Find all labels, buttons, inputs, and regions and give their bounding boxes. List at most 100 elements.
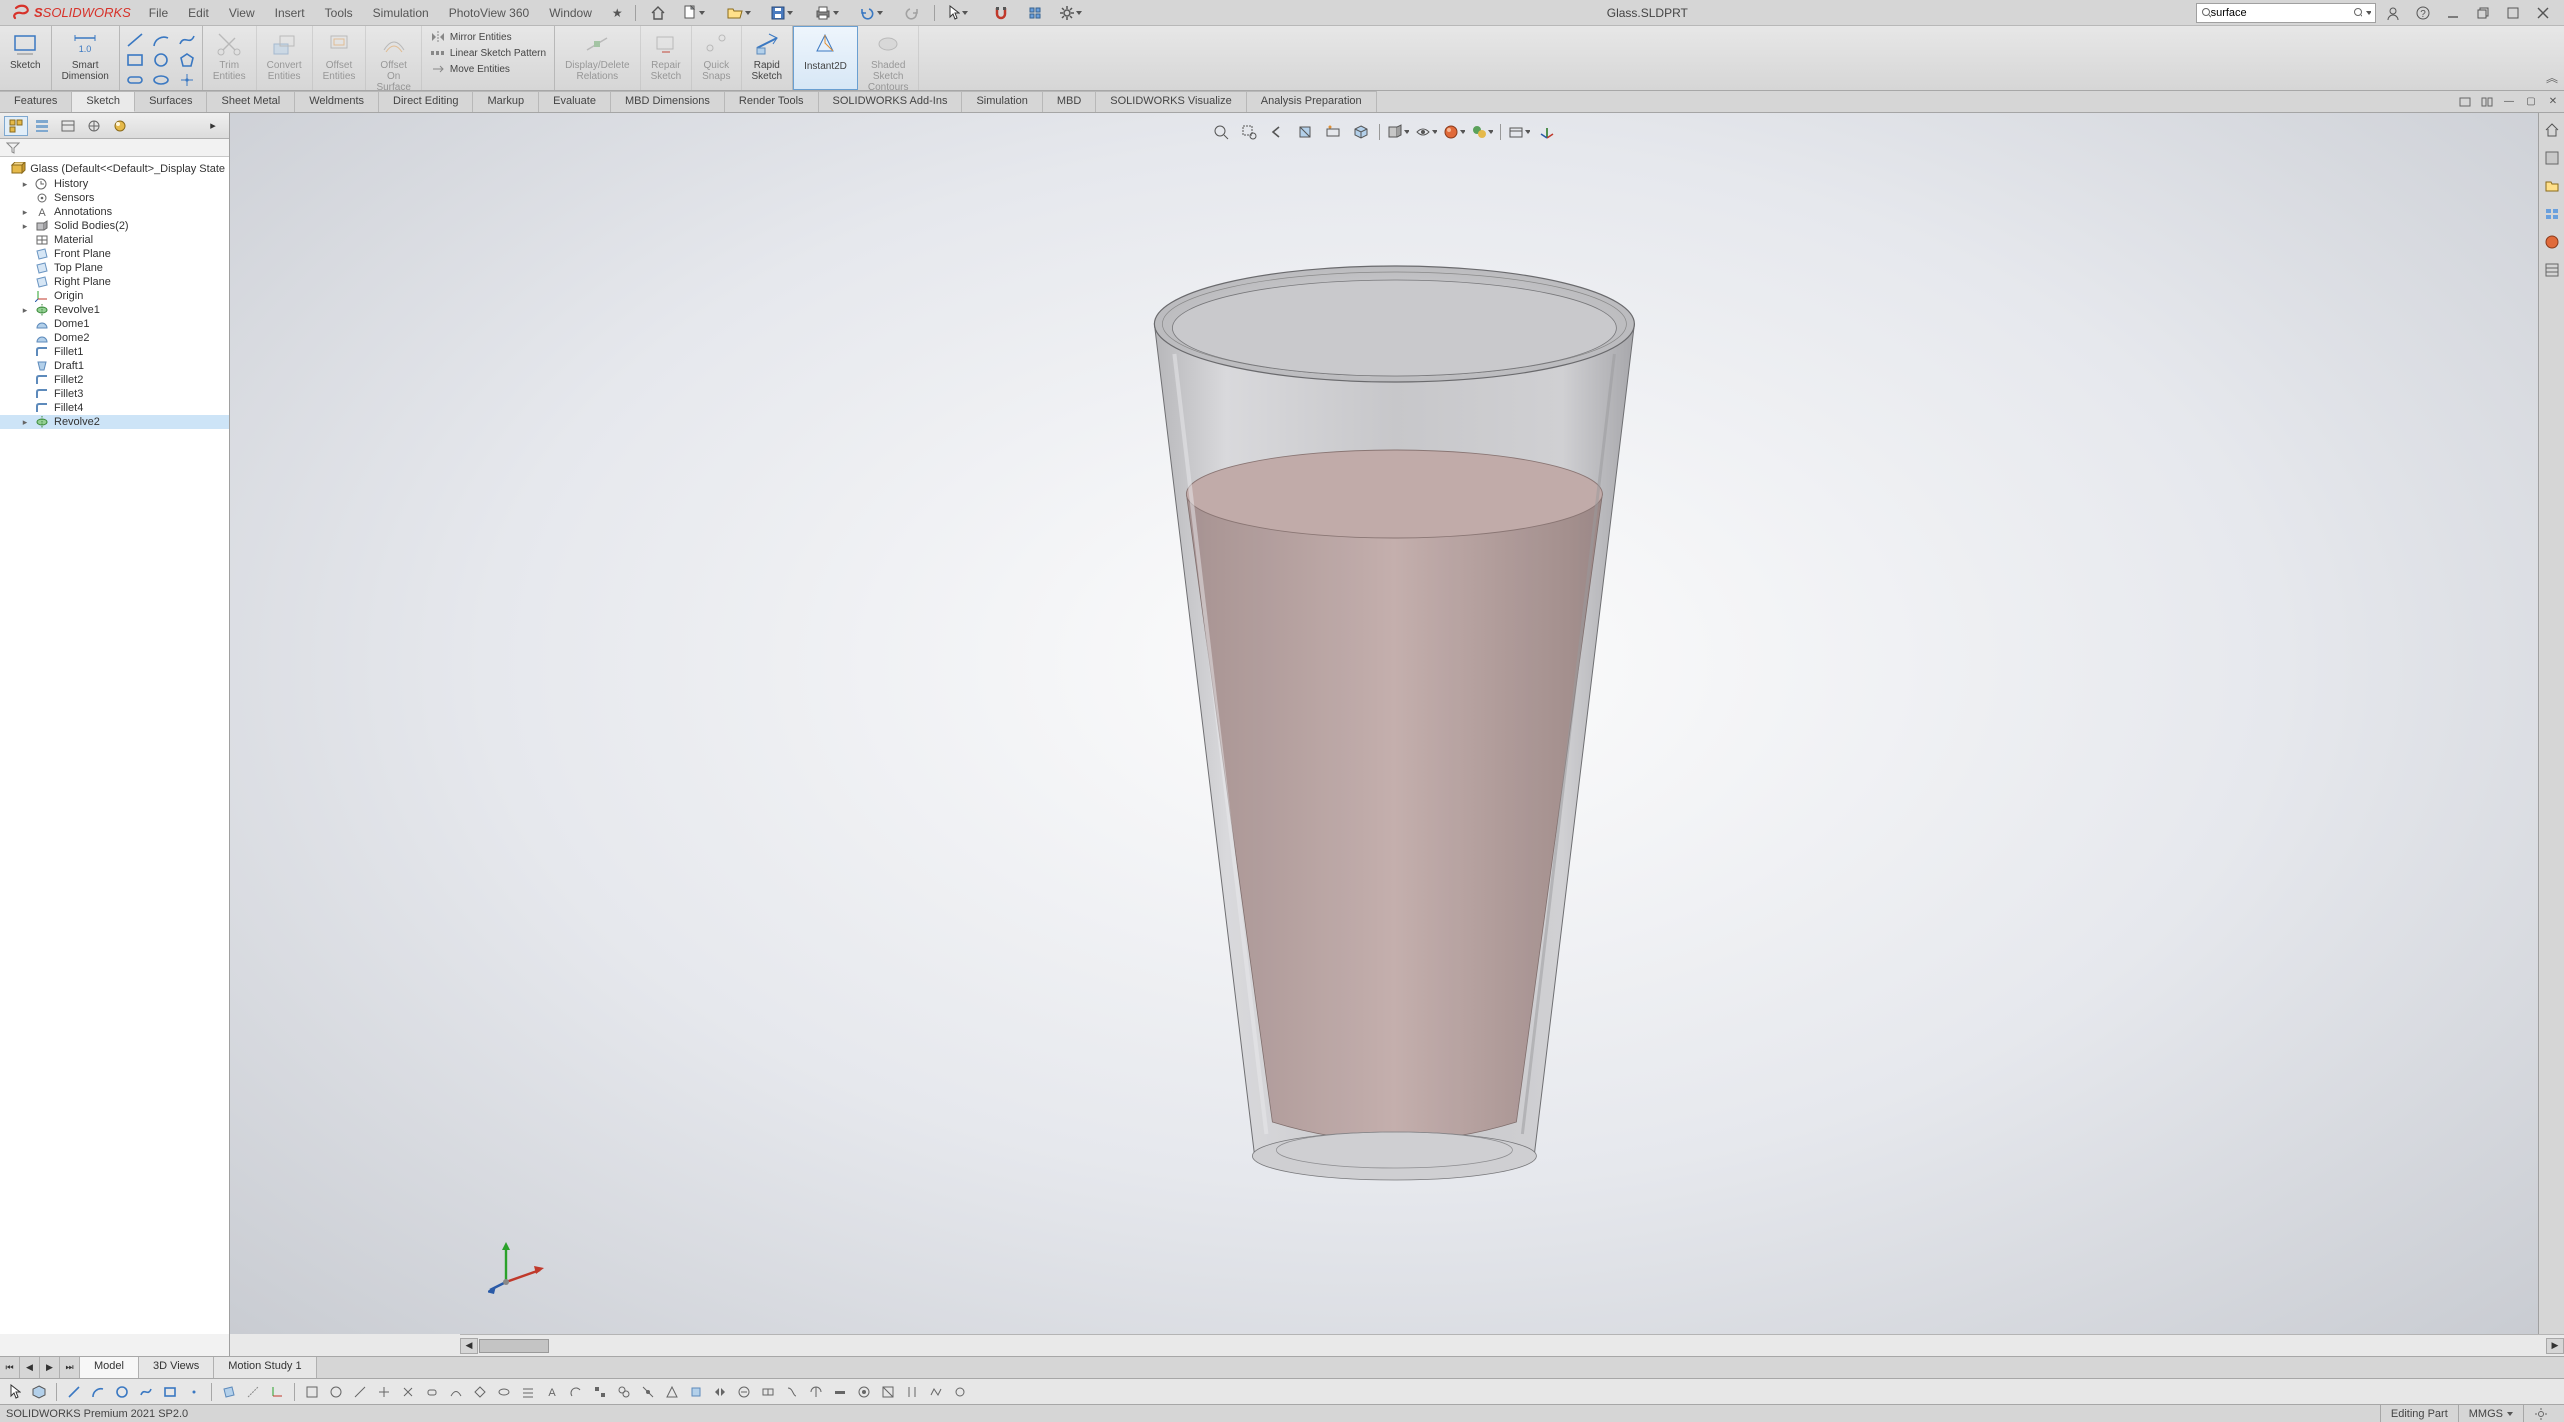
taskpane-design-library[interactable] xyxy=(2541,147,2563,169)
expand-icon[interactable]: ▸ xyxy=(20,221,30,232)
menu-view[interactable]: View xyxy=(219,6,265,20)
save-button[interactable] xyxy=(766,2,804,24)
login-button[interactable] xyxy=(2380,2,2406,24)
expand-icon[interactable]: ▸ xyxy=(20,179,30,190)
tool-7[interactable] xyxy=(445,1381,467,1403)
move-entities-command[interactable]: Move Entities xyxy=(430,62,546,76)
tree-item-sensors[interactable]: Sensors xyxy=(0,191,229,205)
tool-15[interactable] xyxy=(637,1381,659,1403)
tree-item-history[interactable]: ▸History xyxy=(0,177,229,191)
shaded-contours-command[interactable]: Shaded Sketch Contours xyxy=(858,26,920,90)
mirror-entities-command[interactable]: Mirror Entities xyxy=(430,30,546,44)
cm-tab-mbd[interactable]: MBD xyxy=(1043,91,1096,112)
menu-insert[interactable]: Insert xyxy=(265,6,315,20)
instant2d-command[interactable]: Instant2D xyxy=(793,26,858,90)
graphics-view[interactable] xyxy=(230,113,2538,1334)
circle-icon[interactable] xyxy=(152,52,170,68)
arc-icon[interactable] xyxy=(152,32,170,48)
tool-16[interactable] xyxy=(661,1381,683,1403)
zoom-fit-button[interactable] xyxy=(1209,121,1233,143)
view-settings-button[interactable] xyxy=(1507,121,1531,143)
sketch-command[interactable]: Sketch xyxy=(0,26,52,90)
tool-11[interactable]: A xyxy=(541,1381,563,1403)
new-doc-button[interactable] xyxy=(678,2,716,24)
tool-19[interactable] xyxy=(733,1381,755,1403)
bottom-tab-scroll-left[interactable]: ◀ xyxy=(20,1357,40,1378)
bottom-tab-scroll-end[interactable]: ⏭ xyxy=(60,1357,80,1378)
home-button[interactable] xyxy=(644,2,672,24)
tree-item-fillet3[interactable]: Fillet3 xyxy=(0,387,229,401)
coord-tool[interactable] xyxy=(266,1381,288,1403)
expand-icon[interactable]: ▸ xyxy=(20,417,30,428)
tree-item-origin[interactable]: Origin xyxy=(0,289,229,303)
arc-tool[interactable] xyxy=(87,1381,109,1403)
tree-item-draft1[interactable]: Draft1 xyxy=(0,359,229,373)
tree-item-fillet1[interactable]: Fillet1 xyxy=(0,345,229,359)
select-tool[interactable] xyxy=(4,1381,26,1403)
search-go-icon[interactable] xyxy=(2353,7,2363,19)
view-orientation-tool[interactable] xyxy=(28,1381,50,1403)
view-orientation-button[interactable] xyxy=(1349,121,1373,143)
point-tool[interactable] xyxy=(183,1381,205,1403)
zoom-area-button[interactable] xyxy=(1237,121,1261,143)
tree-item-material-not-specified-[interactable]: Material xyxy=(0,233,229,247)
dynamic-annotation-button[interactable] xyxy=(1321,121,1345,143)
bottom-tab-3d-views[interactable]: 3D Views xyxy=(139,1357,214,1378)
tool-12[interactable] xyxy=(565,1381,587,1403)
restore-button[interactable] xyxy=(2470,2,2496,24)
select-button[interactable] xyxy=(943,2,981,24)
status-customize[interactable] xyxy=(2523,1405,2558,1422)
menu-window[interactable]: Window xyxy=(539,6,602,20)
model-geometry[interactable] xyxy=(1134,244,1654,1204)
fm-tab-display-manager[interactable] xyxy=(108,116,132,136)
section-view-button[interactable] xyxy=(1293,121,1317,143)
bottom-tab-motion-study-1[interactable]: Motion Study 1 xyxy=(214,1357,316,1378)
orientation-triad[interactable] xyxy=(488,1234,548,1294)
rectangle-icon[interactable] xyxy=(126,52,144,68)
rapid-sketch-command[interactable]: Rapid Sketch xyxy=(742,26,794,90)
maximize-button[interactable] xyxy=(2500,2,2526,24)
tree-item-dome1[interactable]: Dome1 xyxy=(0,317,229,331)
line-icon[interactable] xyxy=(126,32,144,48)
spline-tool[interactable] xyxy=(135,1381,157,1403)
circle-tool[interactable] xyxy=(111,1381,133,1403)
minimize-button[interactable] xyxy=(2440,2,2466,24)
cm-tab-weldments[interactable]: Weldments xyxy=(295,91,379,112)
tool-10[interactable] xyxy=(517,1381,539,1403)
bottom-tab-scroll-right[interactable]: ▶ xyxy=(40,1357,60,1378)
convert-entities-command[interactable]: Convert Entities xyxy=(257,26,313,90)
cm-tab-sheet-metal[interactable]: Sheet Metal xyxy=(207,91,295,112)
doc-minimize-button[interactable]: — xyxy=(2498,91,2520,112)
print-button[interactable] xyxy=(810,2,848,24)
taskpane-custom-props[interactable] xyxy=(2541,259,2563,281)
cm-tab-sketch[interactable]: Sketch xyxy=(72,91,135,112)
cm-tab-markup[interactable]: Markup xyxy=(473,91,539,112)
cm-tab-simulation[interactable]: Simulation xyxy=(962,91,1042,112)
tree-root[interactable]: Glass (Default<<Default>_Display State xyxy=(0,161,229,177)
menu-help-star[interactable]: ★ xyxy=(602,6,633,20)
display-relations-command[interactable]: Display/Delete Relations xyxy=(555,26,640,90)
tool-5[interactable] xyxy=(397,1381,419,1403)
edit-appearance-button[interactable] xyxy=(1442,121,1466,143)
expand-icon[interactable]: ▸ xyxy=(20,305,30,316)
offset-entities-command[interactable]: Offset Entities xyxy=(313,26,367,90)
fm-tab-property-manager[interactable] xyxy=(30,116,54,136)
tree-item-right-plane[interactable]: Right Plane xyxy=(0,275,229,289)
line-tool[interactable] xyxy=(63,1381,85,1403)
menu-file[interactable]: File xyxy=(139,6,178,20)
slot-icon[interactable] xyxy=(126,72,144,88)
tool-20[interactable] xyxy=(757,1381,779,1403)
search-input[interactable] xyxy=(2211,7,2353,19)
tree-item-annotations[interactable]: ▸AAnnotations xyxy=(0,205,229,219)
taskpane-home[interactable] xyxy=(2541,119,2563,141)
doc-restore-button[interactable]: ▢ xyxy=(2520,91,2542,112)
command-search[interactable] xyxy=(2196,3,2376,23)
quick-snaps-command[interactable]: Quick Snaps xyxy=(692,26,741,90)
menu-photoview-360[interactable]: PhotoView 360 xyxy=(439,6,540,20)
cm-tab-features[interactable]: Features xyxy=(0,91,72,112)
trim-entities-command[interactable]: Trim Entities xyxy=(203,26,257,90)
tool-22[interactable] xyxy=(805,1381,827,1403)
hscroll-right[interactable]: ▶ xyxy=(2546,1338,2564,1354)
tool-4[interactable] xyxy=(373,1381,395,1403)
plane-tool[interactable] xyxy=(218,1381,240,1403)
